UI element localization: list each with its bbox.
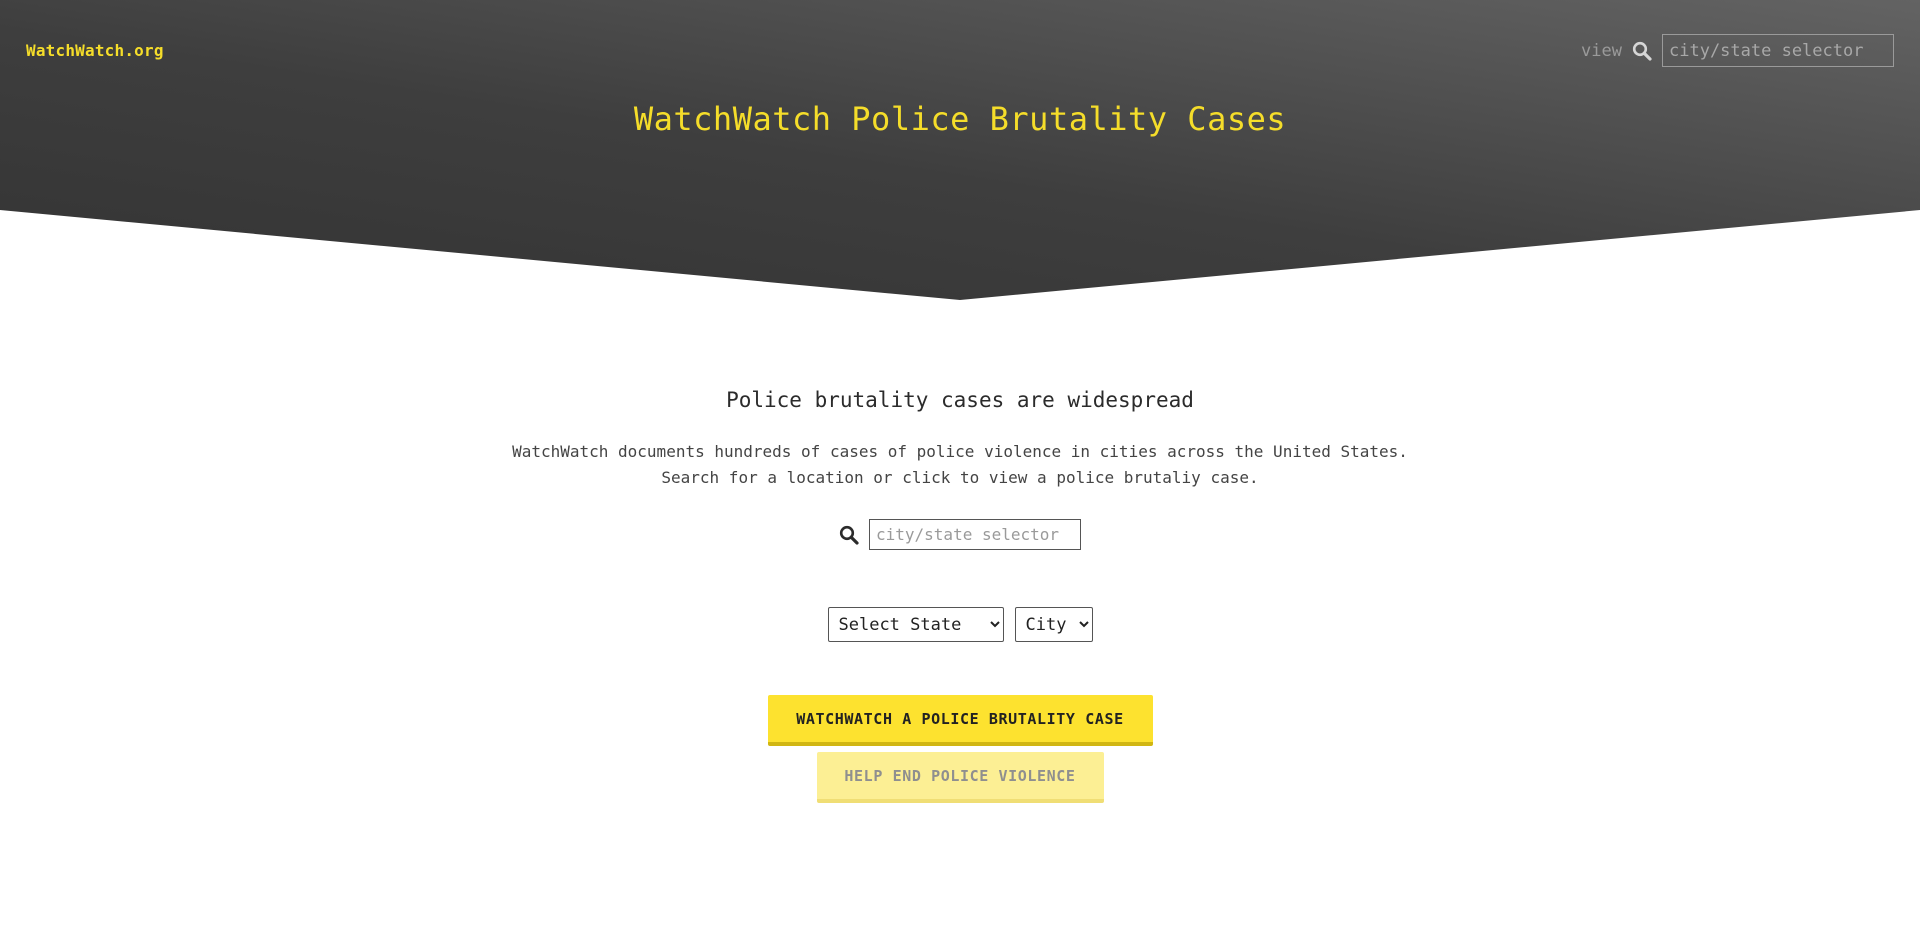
description: WatchWatch documents hundreds of cases o… bbox=[0, 439, 1920, 491]
state-select[interactable]: Select State bbox=[827, 607, 1004, 642]
description-line-2: Search for a location or click to view a… bbox=[661, 468, 1259, 487]
main-content: Police brutality cases are widespread Wa… bbox=[0, 388, 1920, 803]
location-search-input[interactable] bbox=[869, 519, 1081, 550]
header-search-input[interactable] bbox=[1662, 34, 1894, 67]
description-line-1: WatchWatch documents hundreds of cases o… bbox=[512, 442, 1408, 461]
help-end-violence-button[interactable]: HELP END POLICE VIOLENCE bbox=[816, 752, 1104, 803]
page-title: WatchWatch Police Brutality Cases bbox=[633, 100, 1287, 138]
location-selectors: Select State City bbox=[0, 607, 1920, 642]
view-label: view bbox=[1581, 40, 1622, 61]
city-select[interactable]: City bbox=[1014, 607, 1093, 642]
location-search bbox=[0, 519, 1920, 550]
section-title: Police brutality cases are widespread bbox=[726, 388, 1194, 412]
action-buttons: WATCHWATCH A POLICE BRUTALITY CASE HELP … bbox=[0, 695, 1920, 803]
search-icon[interactable] bbox=[1632, 41, 1652, 61]
search-icon[interactable] bbox=[839, 525, 859, 545]
brand-logo-link[interactable]: WatchWatch.org bbox=[26, 41, 164, 60]
view-case-button[interactable]: WATCHWATCH A POLICE BRUTALITY CASE bbox=[767, 695, 1153, 746]
hero-banner: WatchWatch.org view WatchWatch Police Br… bbox=[0, 0, 1920, 300]
header-search: view bbox=[1581, 34, 1894, 67]
